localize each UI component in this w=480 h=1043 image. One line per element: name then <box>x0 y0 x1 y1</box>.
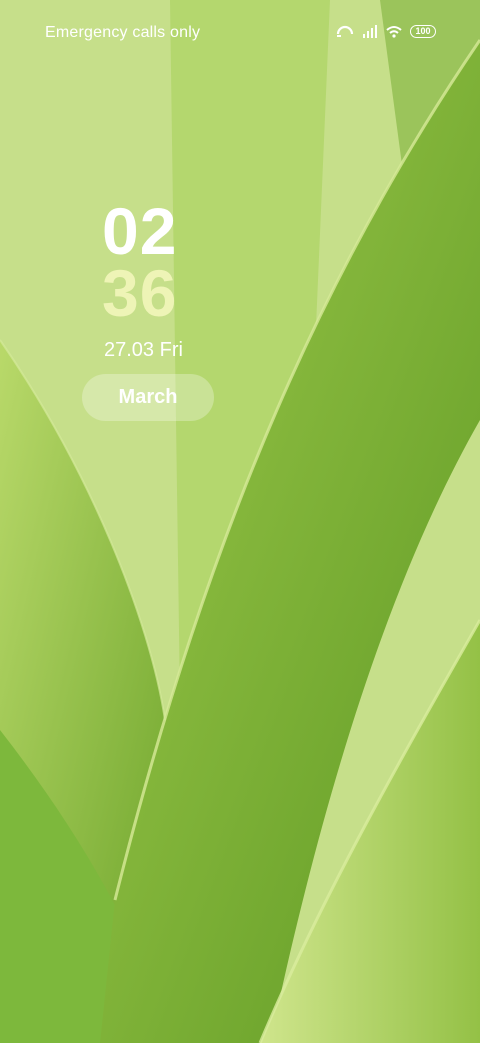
wifi-icon <box>386 25 402 38</box>
status-icons: 100 <box>336 24 436 38</box>
clock-minute: 36 <box>102 256 178 330</box>
lock-screen-clock: 02 36 <box>102 194 202 330</box>
date-text: 27.03 Fri <box>104 339 183 361</box>
clock-hour: 02 <box>102 194 178 268</box>
status-bar: Emergency calls only 100 <box>0 0 480 66</box>
month-widget-button[interactable]: March <box>82 374 214 421</box>
signal-bars-icon <box>363 24 377 38</box>
carrier-status-text: Emergency calls only <box>45 24 201 41</box>
wallpaper-leaves-image <box>0 0 480 1043</box>
lock-screen: Emergency calls only 100 02 36 27.03 Fri <box>0 0 480 1043</box>
battery-icon: 100 <box>410 24 436 38</box>
sync-icon <box>336 25 354 37</box>
